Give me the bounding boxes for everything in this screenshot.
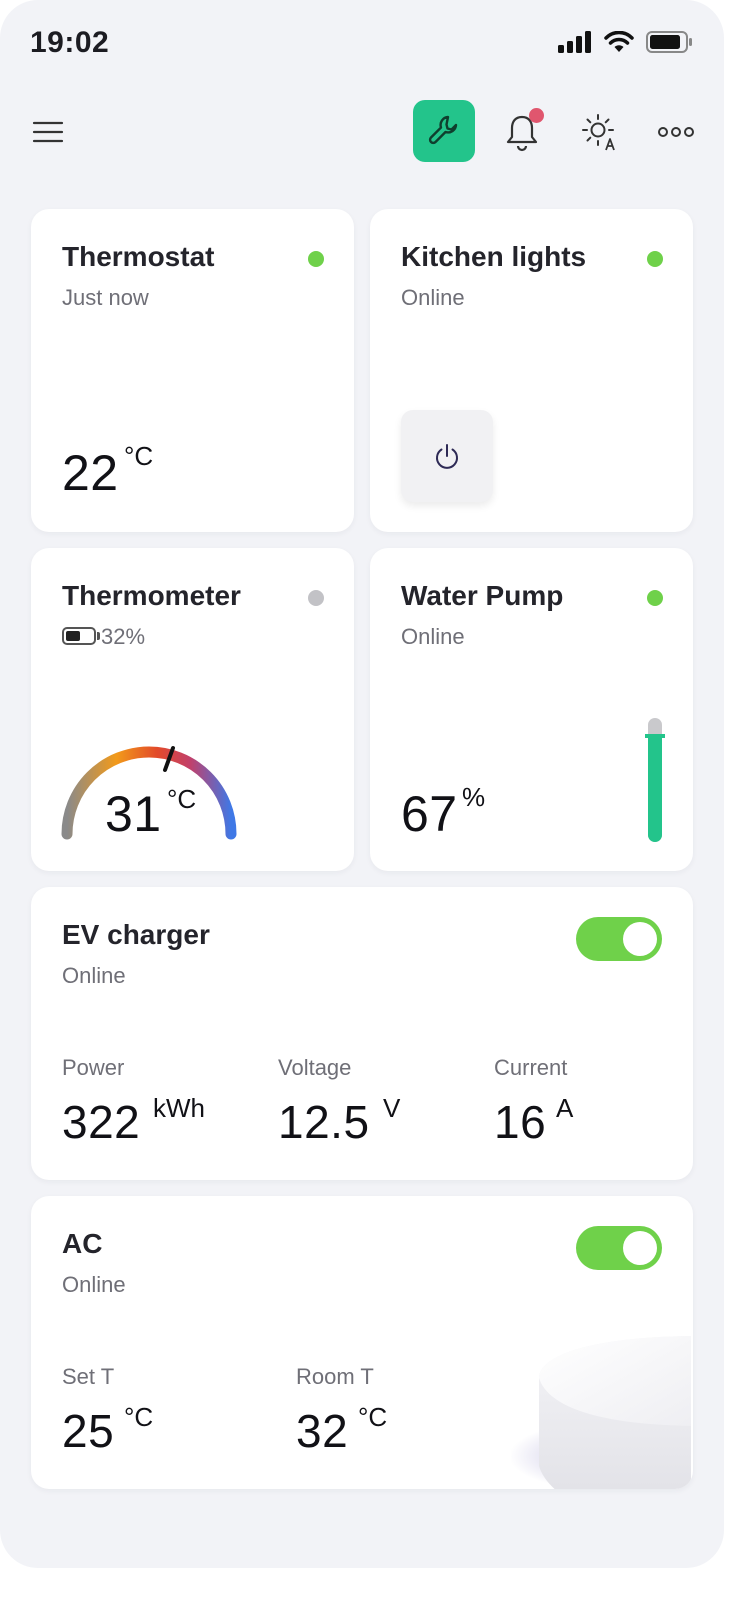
water-pump-value: 67 [401, 786, 458, 842]
theme-button[interactable] [576, 108, 624, 156]
card-title: AC [62, 1228, 103, 1259]
power-button[interactable] [401, 410, 493, 502]
metric-unit: A [556, 1093, 574, 1123]
kitchen-lights-card[interactable]: Kitchen lights Online [370, 209, 693, 532]
ac-card[interactable]: AC Online Set T 25 °C Room T 32 °C [31, 1196, 693, 1489]
card-subtitle: Online [401, 285, 465, 310]
top-bar [0, 100, 724, 164]
ac-device-illustration [511, 1336, 691, 1489]
battery-percent: 32% [101, 624, 146, 649]
cellular-signal-icon [558, 31, 591, 53]
notifications-button[interactable] [498, 108, 546, 156]
card-title: Kitchen lights [401, 241, 587, 272]
card-title: Thermostat [62, 241, 215, 272]
metric-unit: kWh [153, 1093, 205, 1123]
metric-label: Current [494, 1055, 568, 1080]
card-title: Water Pump [401, 580, 564, 611]
water-pump-unit: % [462, 782, 486, 812]
notification-badge [529, 108, 544, 123]
metric-value: 16 [494, 1096, 547, 1148]
card-subtitle: Online [62, 963, 126, 988]
toggle-knob [623, 922, 657, 956]
status-dot [308, 590, 324, 606]
metric-label: Power [62, 1055, 125, 1080]
wifi-icon [604, 31, 634, 52]
metric-unit: °C [358, 1402, 388, 1432]
thermostat-value: 22 [62, 445, 119, 501]
card-subtitle: Just now [62, 285, 149, 310]
thermometer-card[interactable]: Thermometer 32% 31 °C [31, 548, 354, 871]
metric-value: 12.5 [278, 1096, 370, 1148]
water-pump-card[interactable]: Water Pump Online 67 % [370, 548, 693, 871]
metric-label: Voltage [278, 1055, 352, 1080]
menu-icon [32, 121, 64, 143]
thermostat-unit: °C [124, 441, 154, 471]
battery-level [66, 631, 80, 641]
status-time: 19:02 [30, 26, 110, 59]
wrench-icon [428, 115, 458, 145]
metric-value: 25 [62, 1405, 115, 1457]
status-dot [647, 251, 663, 267]
battery-icon [62, 627, 96, 645]
metric-value: 32 [296, 1405, 349, 1457]
battery-tip [97, 632, 100, 640]
ev-charger-card[interactable]: EV charger Online Power 322 kWh Voltage … [31, 887, 693, 1180]
status-icons [558, 30, 694, 54]
menu-button[interactable] [28, 112, 68, 152]
metric-value: 322 [62, 1096, 141, 1148]
battery-status-icon [646, 31, 692, 53]
status-dot [308, 251, 324, 267]
status-bar: 19:02 [0, 0, 724, 86]
metric-unit: V [383, 1093, 401, 1123]
status-dot [647, 590, 663, 606]
tools-button[interactable] [413, 100, 475, 162]
slider-handle[interactable] [645, 734, 665, 738]
card-title: EV charger [62, 919, 210, 950]
metric-unit: °C [124, 1402, 154, 1432]
ac-toggle[interactable] [576, 1226, 662, 1270]
card-title: Thermometer [62, 580, 241, 611]
slider-fill [648, 736, 662, 842]
phone-screen: 19:02 Thermostat Just now 22 °C Kitchen … [0, 0, 724, 1568]
toggle-knob [623, 1231, 657, 1265]
brightness-auto-icon [582, 114, 615, 151]
power-icon [436, 444, 458, 469]
metric-label: Room T [296, 1364, 374, 1389]
level-slider[interactable] [645, 718, 665, 842]
card-subtitle: Online [62, 1272, 126, 1297]
metric-label: Set T [62, 1364, 115, 1389]
thermostat-card[interactable]: Thermostat Just now 22 °C [31, 209, 354, 532]
card-subtitle: Online [401, 624, 465, 649]
ev-charger-toggle[interactable] [576, 917, 662, 961]
thermometer-unit: °C [167, 784, 197, 814]
more-button[interactable] [652, 108, 700, 156]
more-icon [658, 127, 694, 137]
thermometer-value: 31 [105, 786, 162, 842]
